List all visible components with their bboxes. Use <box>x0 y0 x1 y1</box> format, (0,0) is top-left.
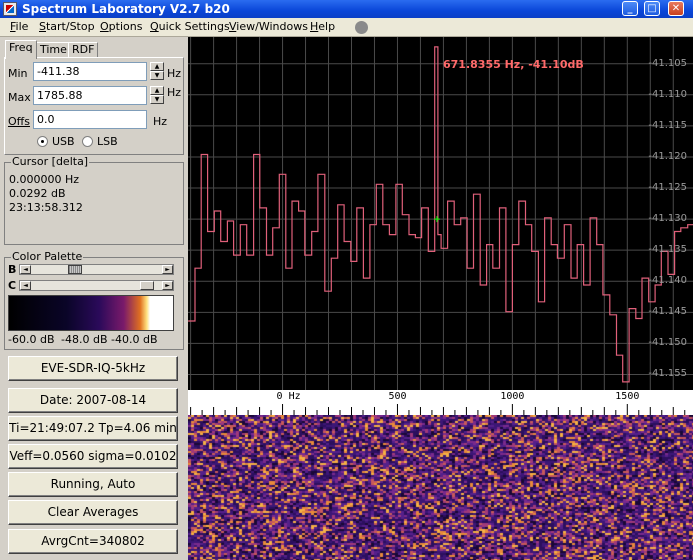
min-freq-input[interactable]: -411.38 <box>33 62 147 81</box>
menu-view-windows[interactable]: View/Windows <box>229 20 308 34</box>
freq-tab-pane: Min -411.38 ▲ ▼ Hz Max 1785.88 ▲ ▼ Hz Offs… <box>4 57 184 155</box>
usb-radio[interactable] <box>37 136 48 147</box>
spectrum-display[interactable]: 671.8355 Hz, -41.10dB -41.105 -41.110 -41.… <box>188 37 693 390</box>
brightness-left-arrow[interactable]: ◄ <box>20 265 31 274</box>
tab-freq[interactable]: Freq <box>5 40 37 59</box>
tab-rdf[interactable]: RDF <box>68 42 99 58</box>
x-tick-label: 500 <box>388 391 407 402</box>
menu-bar: File Start/Stop Options Quick Settings V… <box>0 18 693 37</box>
usb-label: USB <box>52 135 75 148</box>
menu-options[interactable]: Options <box>100 20 142 34</box>
window-title: Spectrum Laboratory V2.7 b20 <box>22 2 230 16</box>
x-tick-label: 1500 <box>615 391 640 402</box>
brightness-label: B <box>8 263 17 276</box>
spectrum-plot <box>188 37 693 390</box>
y-tick-label: -41.125 <box>648 182 687 194</box>
cursor-readout: 671.8355 Hz, -41.10dB <box>443 58 584 71</box>
brightness-right-arrow[interactable]: ► <box>162 265 173 274</box>
max-freq-input[interactable]: 1785.88 <box>33 86 147 105</box>
veff-button[interactable]: Veff=0.0560 sigma=0.0102 <box>8 444 178 469</box>
contrast-thumb[interactable] <box>139 281 154 290</box>
cursor-group-title: Cursor [delta] <box>11 155 90 168</box>
y-tick-label: -41.115 <box>648 119 687 131</box>
time-info-button[interactable]: Ti=21:49:07.2 Tp=4.06 min <box>8 416 178 441</box>
contrast-left-arrow[interactable]: ◄ <box>20 281 31 290</box>
frequency-scale: 0 Hz 500 1000 1500 <box>188 390 693 415</box>
waterfall-display[interactable] <box>188 415 693 560</box>
y-tick-label: -41.135 <box>648 244 687 256</box>
brightness-thumb[interactable] <box>68 265 83 274</box>
y-tick-label: -41.120 <box>648 150 687 162</box>
spectrum-trace <box>188 46 693 383</box>
app-icon[interactable] <box>3 2 17 16</box>
y-tick-label: -41.130 <box>648 213 687 225</box>
cursor-time: 23:13:58.312 <box>9 201 83 214</box>
offs-unit: Hz <box>153 115 168 128</box>
contrast-label: C <box>8 279 17 292</box>
menu-help[interactable]: Help <box>310 20 335 34</box>
palette-scale-mid: -48.0 dB <box>61 333 108 346</box>
source-button[interactable]: EVE-SDR-IQ-5kHz <box>8 356 178 381</box>
y-tick-label: -41.145 <box>648 306 687 318</box>
y-tick-label: -41.140 <box>648 275 687 287</box>
contrast-right-arrow[interactable]: ► <box>162 281 173 290</box>
palette-scale-min: -60.0 dB <box>8 333 55 346</box>
x-tick-label: 1000 <box>500 391 525 402</box>
cursor-freq: 0.000000 Hz <box>9 173 80 186</box>
date-button[interactable]: Date: 2007-08-14 <box>8 388 178 413</box>
status-indicator-icon <box>355 21 368 34</box>
y-tick-label: -41.155 <box>648 368 687 380</box>
y-tick-label: -41.105 <box>648 57 687 69</box>
close-button[interactable]: ✕ <box>668 1 684 16</box>
y-tick-label: -41.150 <box>648 337 687 349</box>
status-button[interactable]: Running, Auto <box>8 472 178 497</box>
clear-averages-button[interactable]: Clear Averages <box>8 500 178 525</box>
offset-input[interactable]: 0.0 <box>33 110 147 129</box>
min-unit: Hz <box>167 67 182 80</box>
menu-start-stop[interactable]: Start/Stop <box>39 20 95 34</box>
minimize-button[interactable]: _ <box>622 1 638 16</box>
menu-file[interactable]: File <box>10 20 28 34</box>
title-bar: Spectrum Laboratory V2.7 b20 _ □ ✕ <box>0 0 693 18</box>
waterfall-canvas <box>188 415 693 560</box>
brightness-slider[interactable]: ◄ ► <box>19 264 174 275</box>
color-palette-gradient <box>8 295 174 331</box>
avrg-count-button[interactable]: AvrgCnt=340802 <box>8 529 178 554</box>
palette-scale-max: -40.0 dB <box>111 333 158 346</box>
contrast-slider[interactable]: ◄ ► <box>19 280 174 291</box>
lsb-radio[interactable] <box>82 136 93 147</box>
maximize-button[interactable]: □ <box>644 1 660 16</box>
max-label: Max <box>8 91 31 104</box>
menu-quick-settings[interactable]: Quick Settings <box>150 20 230 34</box>
y-tick-label: -41.110 <box>648 88 687 100</box>
min-label: Min <box>8 67 28 80</box>
control-panel: Freq Time RDF Min -411.38 ▲ ▼ Hz Max 1785… <box>0 37 188 560</box>
palette-title: Color Palette <box>11 250 84 263</box>
offs-label: Offs <box>8 115 30 128</box>
cursor-db: 0.0292 dB <box>9 187 66 200</box>
max-freq-spinner[interactable]: ▲ ▼ <box>150 86 164 105</box>
tab-time[interactable]: Time <box>36 42 71 58</box>
x-tick-label: 0 Hz <box>276 391 301 402</box>
max-unit: Hz <box>167 86 182 99</box>
min-freq-spinner[interactable]: ▲ ▼ <box>150 62 164 81</box>
lsb-label: LSB <box>97 135 118 148</box>
cursor-group: Cursor [delta] 0.000000 Hz 0.0292 dB 23:… <box>4 156 184 245</box>
